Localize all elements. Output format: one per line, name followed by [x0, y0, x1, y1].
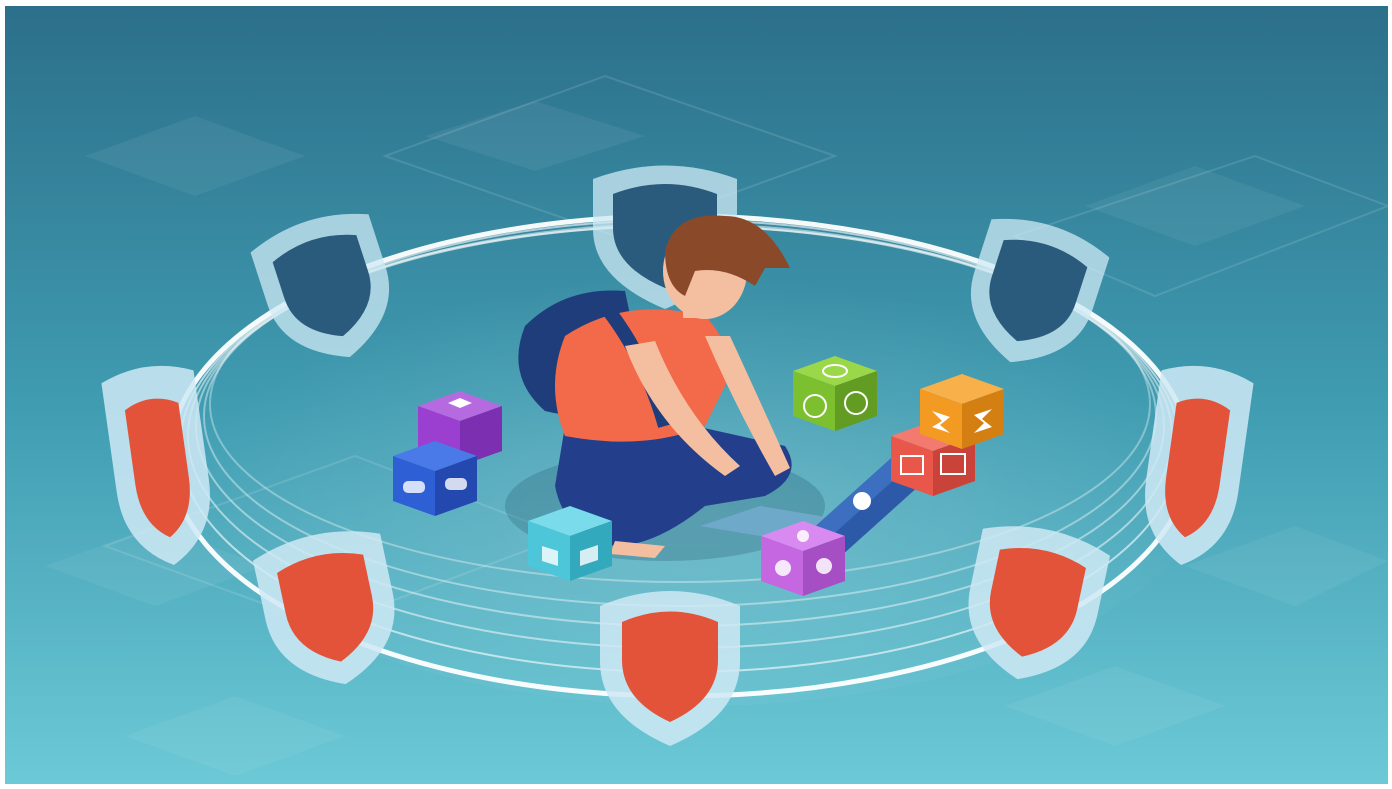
scene-svg	[5, 6, 1388, 784]
cube-globe	[793, 356, 877, 431]
gamepad-icon	[403, 481, 425, 493]
cube-gamepad	[393, 441, 477, 516]
cube-bag	[528, 506, 612, 581]
cube-lightbulb	[761, 521, 845, 596]
cube-hourglass	[920, 374, 1004, 449]
lightbulb-icon	[775, 560, 791, 576]
illustration	[5, 6, 1388, 784]
